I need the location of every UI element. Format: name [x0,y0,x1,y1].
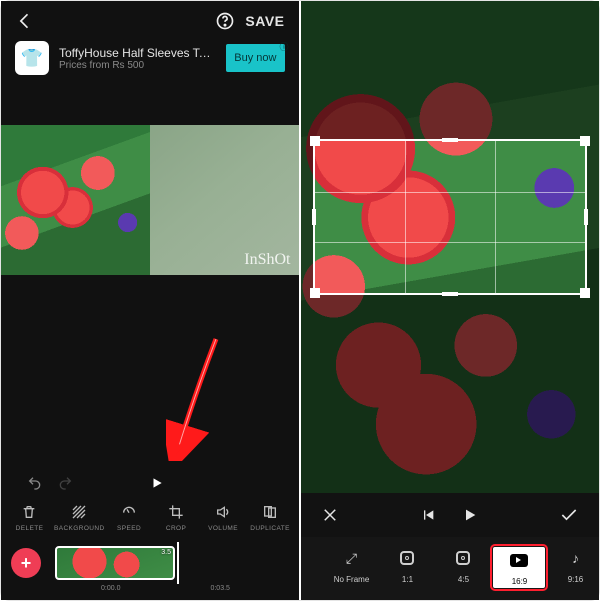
tool-speed[interactable]: SPEED [107,503,152,532]
topbar: SAVE [1,1,299,37]
crop-icon [168,503,184,521]
timeline-track[interactable]: 3.5 0:00.0 0:03.5 [51,546,289,580]
video-preview[interactable]: InShOt [1,125,299,275]
crop-canvas[interactable] [301,1,599,493]
speed-icon [121,503,137,521]
crop-handle[interactable] [310,288,320,298]
close-icon[interactable] [321,506,339,524]
confirm-icon[interactable] [559,505,579,525]
aspect-1-1[interactable]: 1:1 [381,547,433,584]
playhead[interactable] [177,542,179,584]
add-clip-button[interactable]: + [11,548,41,578]
ad-title: ToffyHouse Half Sleeves Tee with … [59,46,216,60]
background-icon [71,503,87,521]
trash-icon [21,503,37,521]
crop-handle[interactable] [584,209,588,225]
crop-handle[interactable] [310,136,320,146]
undo-icon[interactable] [27,475,43,491]
noframe-icon: ⤢ [346,547,357,569]
prev-icon[interactable] [420,507,436,523]
ad-subtitle: Prices from Rs 500 [59,60,216,71]
crop-rect[interactable] [315,141,585,293]
clip[interactable]: 3.5 [55,546,175,580]
buy-now-button[interactable]: Buy now [226,44,284,72]
help-icon[interactable] [215,11,235,31]
tool-crop[interactable]: CROP [154,503,199,532]
instagram-icon [400,547,414,569]
aspect-noframe[interactable]: ⤢ No Frame [325,547,377,584]
preview-frame [1,125,150,275]
save-button[interactable]: SAVE [245,13,284,29]
aspect-row: ⤢ No Frame 1:1 4:5 16:9 ♪ 9:16 3:4 [301,537,599,600]
ticks: 0:00.0 0:03.5 [101,585,230,592]
crop-handle[interactable] [580,288,590,298]
instagram-icon [456,547,470,569]
tool-duplicate[interactable]: DUPLICATE [248,503,293,532]
ad-banner[interactable]: 👕 ToffyHouse Half Sleeves Tee with … AD … [1,37,299,85]
youtube-icon [510,549,528,571]
dim-top [301,1,599,141]
play-icon[interactable] [150,476,164,490]
undo-row [1,475,299,497]
volume-icon [215,503,231,521]
dim-bottom [301,293,599,493]
tool-volume[interactable]: VOLUME [201,503,246,532]
clip-duration: 3.5 [161,549,171,556]
crop-screen: ⤢ No Frame 1:1 4:5 16:9 ♪ 9:16 3:4 [301,1,599,600]
playback-row [301,493,599,537]
crop-handle[interactable] [442,138,458,142]
aspect-16-9[interactable]: 16:9 [493,547,545,588]
aspect-9-16[interactable]: ♪ 9:16 [549,547,599,584]
play-icon[interactable] [462,507,478,523]
toolbar: DELETE BACKGROUND SPEED CROP VOLUME [1,497,299,538]
watermark: InShOt [244,251,290,269]
tool-background[interactable]: BACKGROUND [54,503,105,532]
duplicate-icon [262,503,278,521]
editor-screen: SAVE 👕 ToffyHouse Half Sleeves Tee with … [1,1,299,600]
redo-icon[interactable] [57,475,73,491]
back-icon[interactable] [15,11,35,31]
tiktok-icon: ♪ [572,547,579,569]
ad-thumb: 👕 [15,41,49,75]
tool-delete[interactable]: DELETE [7,503,52,532]
crop-handle[interactable] [442,292,458,296]
crop-handle[interactable] [580,136,590,146]
aspect-4-5[interactable]: 4:5 [437,547,489,584]
timeline: + 3.5 0:00.0 0:03.5 [1,538,299,586]
ad-text: ToffyHouse Half Sleeves Tee with … AD Pr… [59,46,216,71]
crop-handle[interactable] [312,209,316,225]
